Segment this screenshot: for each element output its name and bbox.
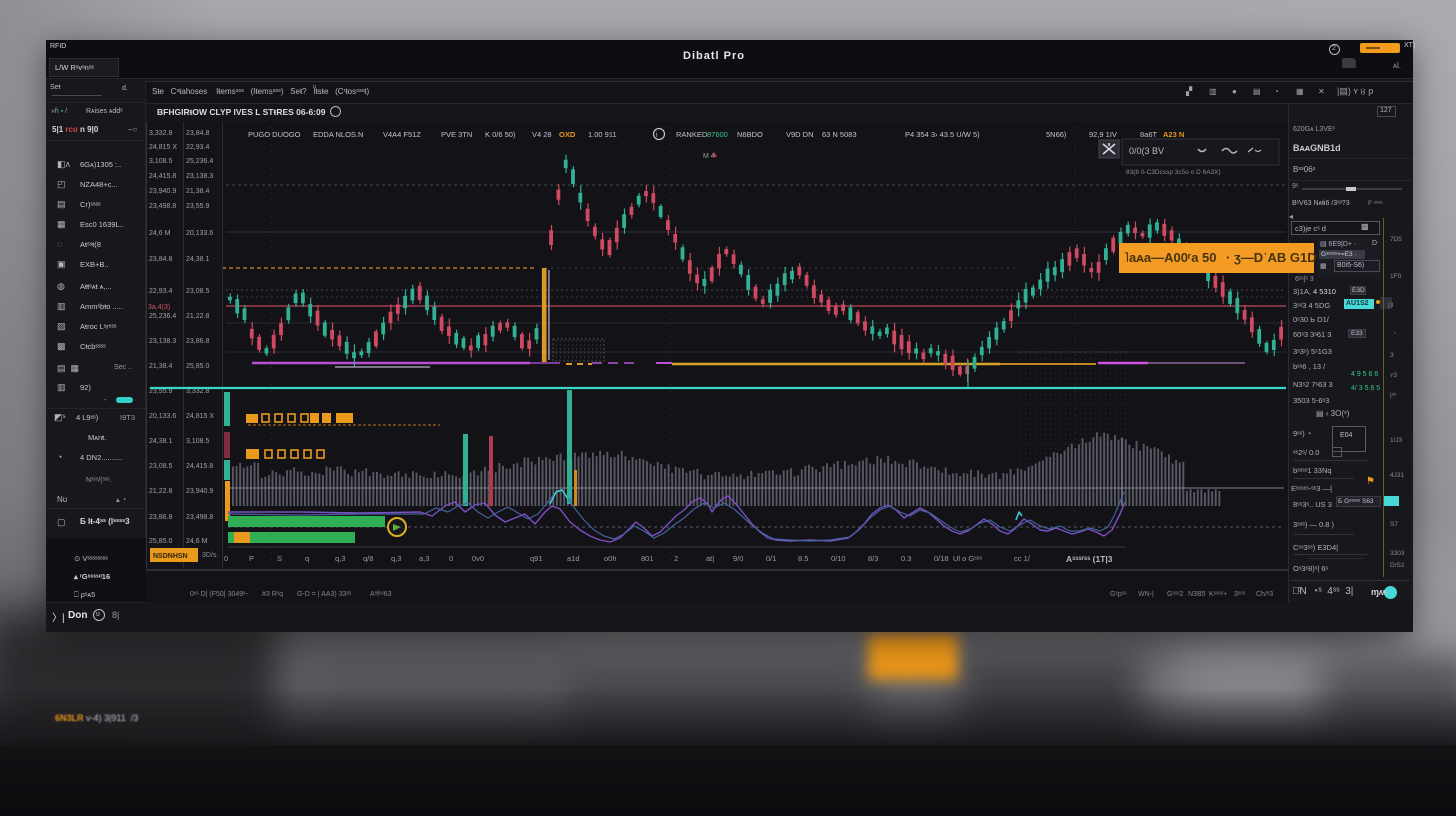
svg-text:23,940.9: 23,940.9 <box>149 188 176 195</box>
svg-text:63 N 5083: 63 N 5083 <box>822 130 857 139</box>
svg-text:G-D = | AA3) 33ˢˢ: G-D = | AA3) 33ˢˢ <box>297 591 352 598</box>
svg-text:23,84.8: 23,84.8 <box>149 256 172 263</box>
svg-text:21,22.8: 21,22.8 <box>186 313 209 320</box>
svg-text:0.3: 0.3 <box>901 554 911 563</box>
svg-text:23,08.5: 23,08.5 <box>149 463 172 470</box>
svg-text:Ul o Gˢˢˢ: Ul o Gˢˢˢ <box>953 554 982 563</box>
svg-text:S: S <box>277 554 282 563</box>
svg-text:V4A4 F51Z: V4A4 F51Z <box>383 130 421 139</box>
svg-text:0ˢˢ D| (F50| 3049ˢ-: 0ˢˢ D| (F50| 3049ˢ- <box>190 591 249 598</box>
svg-text:5N66): 5N66) <box>1046 130 1067 139</box>
svg-text:23,86.8: 23,86.8 <box>186 338 209 345</box>
svg-text:3ˢˢˢ: 3ˢˢˢ <box>1234 591 1246 598</box>
svg-text:NSDNHSN: NSDNHSN <box>153 553 188 560</box>
svg-text:3,108.5: 3,108.5 <box>186 438 209 445</box>
svg-text:3D/s.: 3D/s. <box>202 552 218 559</box>
svg-text:24,38.1: 24,38.1 <box>186 256 209 263</box>
svg-text:o0h: o0h <box>604 554 617 563</box>
svg-text:23,940.9: 23,940.9 <box>186 488 213 495</box>
svg-text:EDDA NLOS.N: EDDA NLOS.N <box>313 130 363 139</box>
svg-text:N3B5: N3B5 <box>1188 591 1206 598</box>
svg-text:23,138.3: 23,138.3 <box>149 338 176 345</box>
svg-text:8.5: 8.5 <box>798 554 808 563</box>
svg-text:25,85.0: 25,85.0 <box>149 538 172 545</box>
svg-text:3,108.5: 3,108.5 <box>149 158 172 165</box>
svg-text:OXD: OXD <box>559 130 576 139</box>
svg-text:q,3: q,3 <box>391 554 401 563</box>
svg-text:24,815 X: 24,815 X <box>186 413 214 420</box>
svg-text:83(8 0-C3Dcssp 3c5o o: 83(8 0-C3Dcssp 3c5o o D 6A3X) <box>1126 169 1221 176</box>
svg-text:a,3: a,3 <box>419 554 429 563</box>
svg-text:a1d: a1d <box>567 554 580 563</box>
svg-text:#3 Rˢq: #3 Rˢq <box>262 591 283 598</box>
svg-text:22,93.4: 22,93.4 <box>186 144 209 151</box>
svg-text:24,415.8: 24,415.8 <box>149 173 176 180</box>
svg-text:20,133.6: 20,133.6 <box>186 230 213 237</box>
svg-text:0: 0 <box>449 554 453 563</box>
svg-text:V4 28: V4 28 <box>532 130 552 139</box>
svg-text:0v0: 0v0 <box>472 554 484 563</box>
svg-text:N6BDO: N6BDO <box>737 130 763 139</box>
svg-text:21,22.8: 21,22.8 <box>149 488 172 495</box>
svg-text:21,38.4: 21,38.4 <box>186 188 209 195</box>
svg-text:cc 1/: cc 1/ <box>1014 554 1031 563</box>
svg-text:21,38.4: 21,38.4 <box>149 363 172 370</box>
svg-text:8/3: 8/3 <box>868 554 878 563</box>
svg-text:P: P <box>249 554 254 563</box>
svg-text:23,08.5: 23,08.5 <box>186 288 209 295</box>
svg-text:25,236.4: 25,236.4 <box>186 158 213 165</box>
svg-text:25,236.4: 25,236.4 <box>149 313 176 320</box>
svg-text:1.00 911: 1.00 911 <box>588 130 617 139</box>
svg-text:Ch/ˢ3: Ch/ˢ3 <box>1256 591 1273 598</box>
svg-text:PVE 3TN: PVE 3TN <box>441 130 472 139</box>
svg-text:23,55.9: 23,55.9 <box>186 203 209 210</box>
svg-text:P4 354 3› 43.5 U/W 5): P4 354 3› 43.5 U/W 5) <box>905 130 980 139</box>
svg-text:q: q <box>305 554 309 563</box>
svg-text:0/10: 0/10 <box>831 554 846 563</box>
svg-text:24,815 X: 24,815 X <box>149 144 177 151</box>
svg-text:22,93.4: 22,93.4 <box>149 288 172 295</box>
svg-text:9/0: 9/0 <box>733 554 743 563</box>
svg-text:23,498.8: 23,498.8 <box>149 203 176 210</box>
svg-text:RANKED: RANKED <box>676 130 708 139</box>
svg-text:8a6T: 8a6T <box>1140 130 1158 139</box>
svg-text:3a,4(3): 3a,4(3) <box>148 304 170 311</box>
svg-text:87600: 87600 <box>707 130 728 139</box>
svg-text:24,38.1: 24,38.1 <box>149 438 172 445</box>
svg-text:24,6 M: 24,6 M <box>149 230 171 237</box>
svg-text:K 0/6 50): K 0/6 50) <box>485 130 516 139</box>
svg-text:0/1: 0/1 <box>766 554 776 563</box>
svg-text:q,3: q,3 <box>335 554 345 563</box>
svg-text:24,6 M: 24,6 M <box>186 538 208 545</box>
svg-text:Aˢfˢˢ63: Aˢfˢˢ63 <box>370 591 392 598</box>
svg-text:801: 801 <box>641 554 654 563</box>
svg-text:23,138.3: 23,138.3 <box>186 173 213 180</box>
svg-text:0/18: 0/18 <box>934 554 949 563</box>
svg-text:PUGO DUOGO: PUGO DUOGO <box>248 130 301 139</box>
svg-text:23,84.8: 23,84.8 <box>186 130 209 137</box>
svg-text:0: 0 <box>224 554 228 563</box>
svg-text:A23 N: A23 N <box>1163 130 1184 139</box>
svg-text:WN-|: WN-| <box>1138 591 1154 598</box>
svg-text:Gˢpˢˢ: Gˢpˢˢ <box>1110 591 1127 598</box>
svg-text:q91: q91 <box>530 554 543 563</box>
svg-text:92,9 1IV: 92,9 1IV <box>1089 130 1117 139</box>
svg-text:Kˢˢˢˢ+: Kˢˢˢˢ+ <box>1209 591 1227 598</box>
svg-text:20,133.6: 20,133.6 <box>149 413 176 420</box>
svg-text:2: 2 <box>674 554 678 563</box>
svg-text:Aˢˢˢʳˢˢ (1T|3: Aˢˢˢʳˢˢ (1T|3 <box>1066 554 1113 564</box>
svg-text:0/0(3 BV: 0/0(3 BV <box>1129 146 1164 156</box>
svg-text:23,86.8: 23,86.8 <box>149 514 172 521</box>
svg-text:at|: at| <box>706 554 714 563</box>
svg-text:23,498.8: 23,498.8 <box>186 514 213 521</box>
svg-text:25,85.0: 25,85.0 <box>186 363 209 370</box>
svg-text:3,332.8: 3,332.8 <box>149 130 172 137</box>
svg-text:V9D DN: V9D DN <box>786 130 814 139</box>
svg-text:24,415.8: 24,415.8 <box>186 463 213 470</box>
svg-text:Gˢˢˢ2: Gˢˢˢ2 <box>1167 591 1184 598</box>
svg-text:q/8: q/8 <box>363 554 373 563</box>
